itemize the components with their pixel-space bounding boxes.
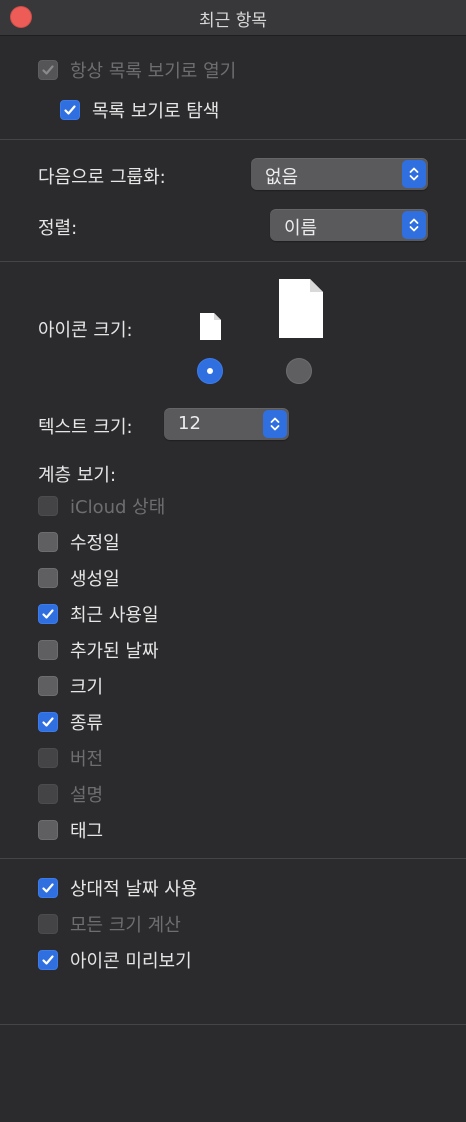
calculate-all-sizes-option[interactable]: 모든 크기 계산 bbox=[38, 912, 181, 936]
use-relative-dates-option[interactable]: 상대적 날짜 사용 bbox=[38, 876, 197, 900]
option-label: 설명 bbox=[70, 785, 104, 806]
checkbox[interactable] bbox=[38, 496, 58, 516]
small-document-icon bbox=[200, 313, 221, 340]
icon-size-large-radio[interactable] bbox=[286, 358, 312, 384]
column-option-icloud-status[interactable]: iCloud 상태 bbox=[38, 494, 165, 518]
sort-by-label: 정렬: bbox=[38, 218, 78, 239]
checkbox[interactable] bbox=[38, 878, 58, 898]
checkmark-icon bbox=[64, 105, 76, 115]
column-option-tags[interactable]: 태그 bbox=[38, 818, 103, 842]
separator bbox=[0, 261, 466, 262]
option-label: 모든 크기 계산 bbox=[70, 915, 181, 936]
title-bar[interactable]: 최근 항목 bbox=[0, 0, 466, 36]
checkbox[interactable] bbox=[38, 914, 58, 934]
text-size-popup[interactable]: 12 bbox=[164, 408, 289, 440]
large-document-icon bbox=[279, 279, 323, 338]
column-option-date-added[interactable]: 추가된 날짜 bbox=[38, 638, 159, 662]
columns-label: 계층 보기: bbox=[38, 465, 117, 486]
always-open-list-view-option[interactable]: 항상 목록 보기로 열기 bbox=[38, 58, 236, 82]
option-label: 생성일 bbox=[70, 569, 120, 590]
option-label: 종류 bbox=[70, 713, 104, 734]
checkmark-icon bbox=[42, 955, 54, 965]
sort-by-popup[interactable]: 이름 bbox=[270, 209, 428, 241]
separator bbox=[0, 1024, 466, 1025]
option-label: 최근 사용일 bbox=[70, 605, 159, 626]
option-label: 버전 bbox=[70, 749, 104, 770]
separator bbox=[0, 139, 466, 140]
column-option-kind[interactable]: 종류 bbox=[38, 710, 103, 734]
checkmark-icon bbox=[42, 65, 54, 75]
checkbox[interactable] bbox=[60, 100, 80, 120]
column-option-size[interactable]: 크기 bbox=[38, 674, 103, 698]
browse-list-view-option[interactable]: 목록 보기로 탐색 bbox=[60, 98, 219, 122]
chevron-up-down-icon bbox=[402, 160, 426, 188]
column-option-date-last-opened[interactable]: 최근 사용일 bbox=[38, 602, 159, 626]
checkbox[interactable] bbox=[38, 60, 58, 80]
window-title: 최근 항목 bbox=[199, 11, 267, 31]
option-label: 목록 보기로 탐색 bbox=[92, 101, 220, 122]
icon-size-label: 아이콘 크기: bbox=[38, 320, 133, 341]
separator bbox=[0, 858, 466, 859]
checkbox[interactable] bbox=[38, 784, 58, 804]
option-label: 항상 목록 보기로 열기 bbox=[70, 61, 237, 82]
checkbox[interactable] bbox=[38, 820, 58, 840]
chevron-up-down-icon bbox=[402, 211, 426, 239]
option-label: iCloud 상태 bbox=[70, 497, 166, 518]
chevron-up-down-icon bbox=[263, 410, 287, 438]
column-option-date-modified[interactable]: 수정일 bbox=[38, 530, 120, 554]
checkmark-icon bbox=[42, 609, 54, 619]
checkmark-icon bbox=[42, 717, 54, 727]
checkbox[interactable] bbox=[38, 568, 58, 588]
checkbox[interactable] bbox=[38, 640, 58, 660]
column-option-comments[interactable]: 설명 bbox=[38, 782, 103, 806]
text-size-label: 텍스트 크기: bbox=[38, 417, 133, 438]
option-label: 추가된 날짜 bbox=[70, 641, 159, 662]
show-icon-preview-option[interactable]: 아이콘 미리보기 bbox=[38, 948, 192, 972]
checkbox[interactable] bbox=[38, 532, 58, 552]
option-label: 수정일 bbox=[70, 533, 120, 554]
text-size-value: 12 bbox=[178, 413, 201, 434]
group-by-value: 없음 bbox=[265, 167, 299, 188]
checkbox[interactable] bbox=[38, 604, 58, 624]
icon-size-small-radio[interactable] bbox=[197, 358, 223, 384]
option-label: 아이콘 미리보기 bbox=[70, 951, 192, 972]
checkbox[interactable] bbox=[38, 676, 58, 696]
checkbox[interactable] bbox=[38, 712, 58, 732]
checkbox[interactable] bbox=[38, 950, 58, 970]
option-label: 태그 bbox=[70, 821, 104, 842]
option-label: 크기 bbox=[70, 677, 104, 698]
column-option-version[interactable]: 버전 bbox=[38, 746, 103, 770]
group-by-label: 다음으로 그룹화: bbox=[38, 167, 166, 188]
group-by-popup[interactable]: 없음 bbox=[251, 158, 428, 190]
sort-by-value: 이름 bbox=[284, 218, 318, 239]
column-option-date-created[interactable]: 생성일 bbox=[38, 566, 120, 590]
checkmark-icon bbox=[42, 883, 54, 893]
option-label: 상대적 날짜 사용 bbox=[70, 879, 198, 900]
view-options-window: 최근 항목 항상 목록 보기로 열기 목록 보기로 탐색 다음으로 그룹화: 없… bbox=[0, 0, 466, 1122]
checkbox[interactable] bbox=[38, 748, 58, 768]
